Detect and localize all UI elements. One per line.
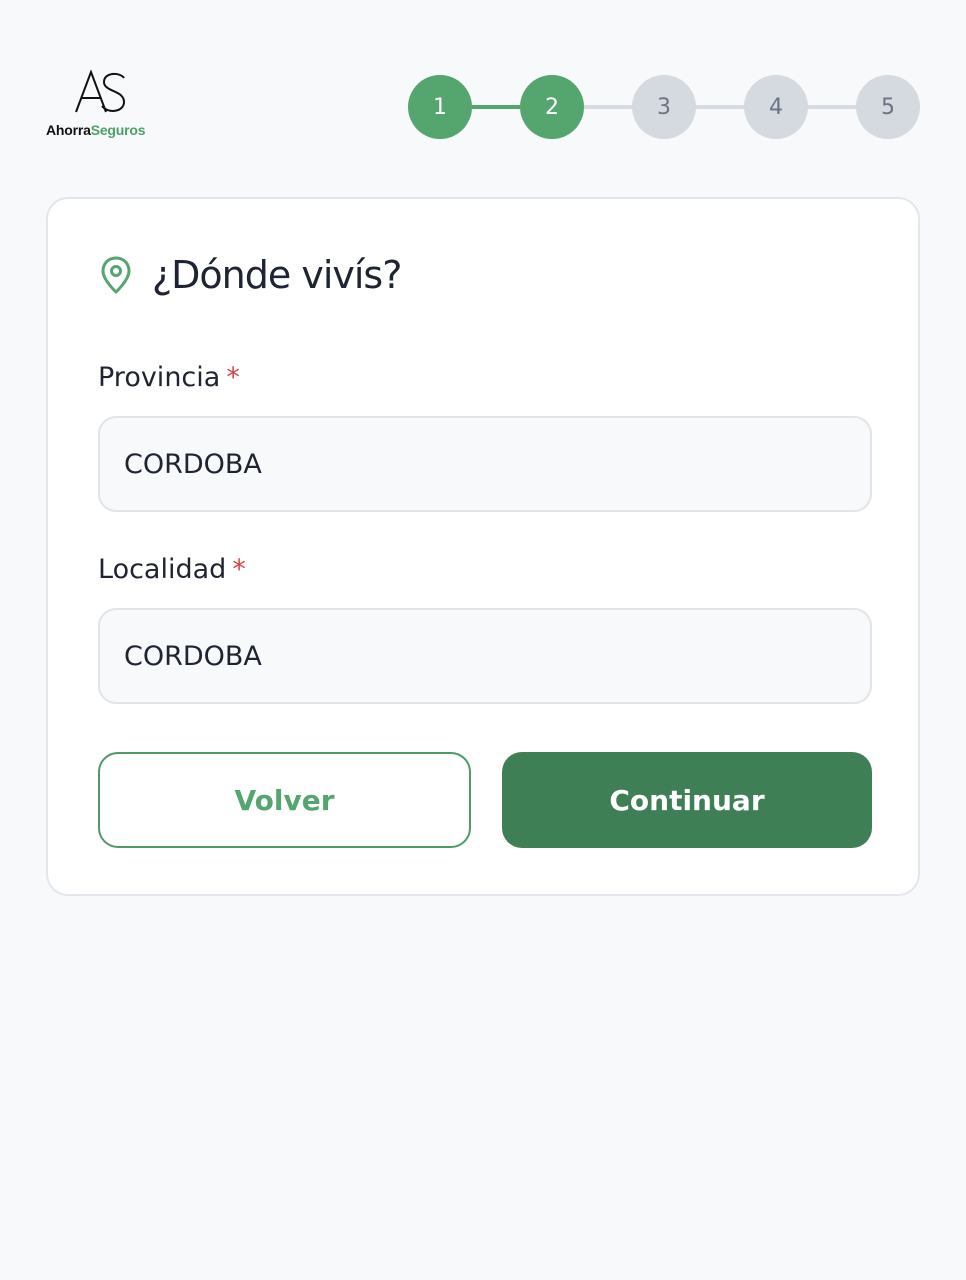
provincia-label: Provincia *	[98, 362, 240, 393]
logo-wordmark: AhorraSeguros	[46, 122, 146, 138]
logo-wordmark-part1: Ahorra	[46, 122, 91, 138]
step-2: 2	[520, 75, 584, 139]
localidad-label: Localidad *	[98, 554, 246, 585]
stepper-connector-3-4	[696, 105, 744, 109]
localidad-input[interactable]	[98, 608, 872, 704]
address-form-card: ¿Dónde vivís? Provincia* Localidad* Volv…	[46, 197, 920, 896]
form-title: ¿Dónde vivís?	[152, 253, 402, 297]
step-4: 4	[744, 75, 808, 139]
logo-wordmark-part2: Seguros	[90, 122, 146, 138]
required-marker: *	[226, 362, 240, 393]
localidad-label-text: Localidad	[98, 554, 227, 585]
header: AhorraSeguros 1 2 3 4 5	[0, 0, 966, 180]
step-1: 1	[408, 75, 472, 139]
back-button[interactable]: Volver	[98, 752, 471, 848]
provincia-label-text: Provincia	[98, 362, 221, 393]
location-pin-icon	[101, 256, 131, 294]
logo-mark-icon	[75, 70, 126, 113]
form-heading: ¿Dónde vivís?	[98, 253, 402, 297]
stepper-connector-2-3	[584, 105, 632, 109]
stepper-connector-1-2	[472, 105, 520, 109]
provincia-input[interactable]	[98, 416, 872, 512]
continue-button[interactable]: Continuar	[502, 752, 872, 848]
step-3: 3	[632, 75, 696, 139]
required-marker: *	[232, 554, 246, 585]
logo[interactable]: AhorraSeguros	[46, 70, 158, 140]
progress-stepper: 1 2 3 4 5	[408, 75, 920, 139]
step-5: 5	[856, 75, 920, 139]
stepper-connector-4-5	[808, 105, 856, 109]
